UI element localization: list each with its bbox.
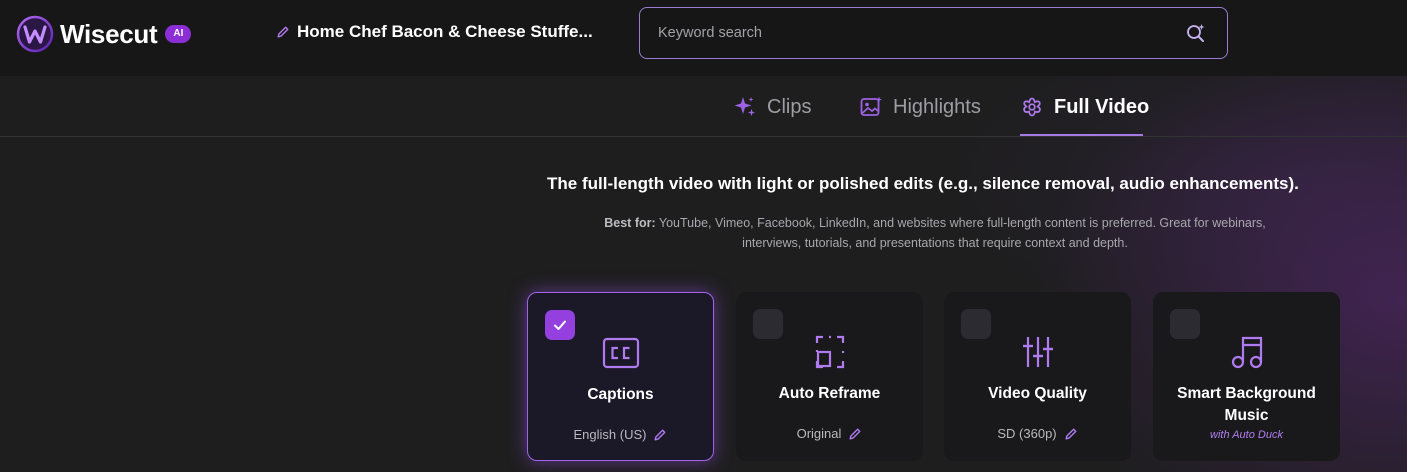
background-music-checkbox[interactable] (1170, 309, 1200, 339)
captions-setting[interactable]: English (US) (528, 427, 713, 442)
background-music-setting: with Auto Duck (1153, 429, 1340, 441)
mode-headline: The full-length video with light or poli… (547, 174, 1347, 194)
closed-captions-icon (602, 337, 639, 369)
video-quality-setting[interactable]: SD (360p) (944, 426, 1131, 441)
option-card-background-music[interactable]: Smart Background Music with Auto Duck (1153, 292, 1340, 461)
video-quality-checkbox[interactable] (961, 309, 991, 339)
flower-gear-icon (1023, 97, 1041, 117)
ai-badge: AI (165, 25, 192, 43)
auto-reframe-title: Auto Reframe (778, 385, 881, 402)
tab-highlights-label: Highlights (893, 95, 981, 118)
tab-clips[interactable]: Clips (733, 95, 811, 119)
sliders-icon (1022, 337, 1053, 367)
best-for-text: YouTube, Vimeo, Facebook, LinkedIn, and … (658, 216, 1266, 250)
pencil-icon[interactable] (653, 428, 667, 442)
sparkles-icon (734, 97, 755, 116)
music-note-icon (1231, 336, 1262, 369)
auto-reframe-value: Original (796, 426, 842, 441)
project-title: Home Chef Bacon & Cheese Stuffe... (297, 22, 593, 41)
captions-title: Captions (587, 386, 654, 403)
ai-search-icon[interactable] (1185, 22, 1207, 44)
logo[interactable]: Wisecut AI (16, 14, 192, 54)
app-name: Wisecut (60, 18, 158, 49)
tab-full-video[interactable]: Full Video (1020, 95, 1149, 119)
video-quality-value: SD (360p) (997, 426, 1057, 441)
mode-tabs: Clips Highlights Full Video (0, 76, 1407, 137)
auto-reframe-setting[interactable]: Original (736, 426, 923, 441)
option-card-auto-reframe[interactable]: Auto Reframe Original (736, 292, 923, 461)
captions-language: English (US) (573, 427, 647, 442)
wisecut-logo-icon (16, 15, 54, 53)
background-music-note: with Auto Duck (1210, 429, 1283, 441)
pencil-icon (277, 26, 289, 38)
option-card-captions[interactable]: Captions English (US) (527, 292, 714, 461)
pencil-icon[interactable] (1064, 427, 1078, 441)
captions-checkbox[interactable] (545, 310, 575, 340)
checkmark-icon (554, 320, 566, 330)
tab-full-video-label: Full Video (1054, 95, 1150, 118)
video-quality-title: Video Quality (988, 385, 1087, 402)
best-for-label: Best for: (604, 216, 656, 230)
mode-description: Best for: YouTube, Vimeo, Facebook, Link… (590, 213, 1280, 253)
auto-reframe-checkbox[interactable] (753, 309, 783, 339)
image-sparkle-icon (860, 96, 882, 116)
option-card-video-quality[interactable]: Video Quality SD (360p) (944, 292, 1131, 461)
pencil-icon[interactable] (848, 427, 862, 441)
top-bar: Wisecut AI Home Chef Bacon & Cheese Stuf… (0, 0, 1407, 76)
search-input[interactable] (658, 22, 1158, 44)
active-tab-indicator (1020, 134, 1143, 136)
search-box[interactable] (639, 7, 1228, 59)
tab-clips-label: Clips (767, 95, 812, 118)
reframe-icon (815, 335, 844, 369)
project-title-edit[interactable]: Home Chef Bacon & Cheese Stuffe... (276, 22, 593, 42)
background-music-title: Smart Background Music (1177, 385, 1316, 424)
tab-highlights[interactable]: Highlights (859, 95, 981, 119)
mode-headline-text: The full-length video with light or poli… (547, 174, 1299, 193)
